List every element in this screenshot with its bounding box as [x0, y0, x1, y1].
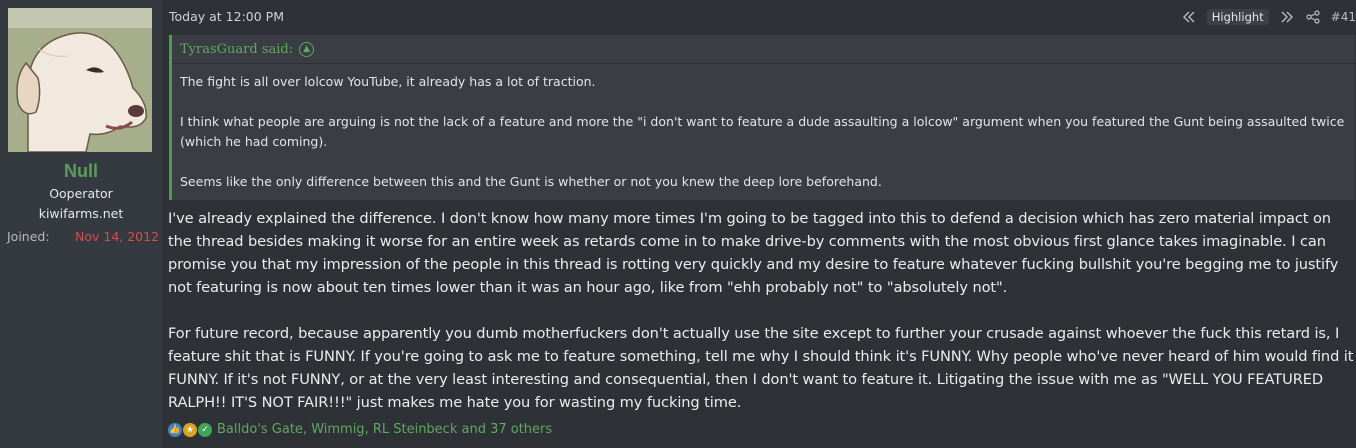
user-title: Ooperator — [49, 186, 113, 201]
quote-paragraph: Seems like the only difference between t… — [180, 174, 882, 189]
quote-author[interactable]: TyrasGuard said: — [180, 42, 293, 57]
post-date[interactable]: Today at 12:00 PM — [169, 9, 284, 24]
winner-icon: ★ — [183, 422, 197, 437]
quote-header: TyrasGuard said: ▲ — [172, 35, 1355, 64]
avatar[interactable] — [8, 8, 152, 152]
post: Null Ooperator kiwifarms.net Joined: Nov… — [0, 0, 1356, 448]
go-to-quoted-post-icon[interactable]: ▲ — [299, 41, 315, 57]
check-icon: ✓ — [198, 422, 212, 437]
quote-body: The fight is all over lolcow YouTube, it… — [172, 64, 1355, 192]
like-icon: 👍 — [168, 422, 182, 437]
joined-label: Joined: — [7, 229, 50, 244]
reactions-list[interactable]: Balldo's Gate, Wimmig, RL Steinbeck and … — [217, 422, 552, 437]
post-main: Today at 12:00 PM Highlight #41 TyrasGua… — [162, 0, 1356, 448]
quote-block: TyrasGuard said: ▲ The fight is all over… — [169, 35, 1355, 200]
message-paragraph: For future record, because apparently yo… — [168, 325, 1354, 411]
username[interactable]: Null — [0, 161, 162, 182]
joined-date: Nov 14, 2012 — [75, 229, 160, 244]
user-subtitle: kiwifarms.net — [38, 206, 124, 221]
quote-paragraph: The fight is all over lolcow YouTube, it… — [180, 74, 596, 89]
post-actions: Highlight #41 — [1181, 9, 1356, 25]
avatar-dog-image — [8, 8, 152, 152]
post-number[interactable]: #41 — [1331, 10, 1356, 24]
reactions-bar[interactable]: 👍 ★ ✓ Balldo's Gate, Wimmig, RL Steinbec… — [168, 422, 552, 437]
user-panel: Null Ooperator kiwifarms.net Joined: Nov… — [0, 0, 162, 448]
previous-highlight-icon[interactable] — [1181, 9, 1197, 25]
message-body: I've already explained the difference. I… — [168, 207, 1356, 414]
quote-paragraph: I think what people are arguing is not t… — [180, 114, 1345, 149]
share-icon[interactable] — [1305, 9, 1321, 25]
highlight-button[interactable]: Highlight — [1206, 9, 1269, 25]
message-paragraph: I've already explained the difference. I… — [168, 210, 1339, 296]
next-highlight-icon[interactable] — [1279, 9, 1295, 25]
